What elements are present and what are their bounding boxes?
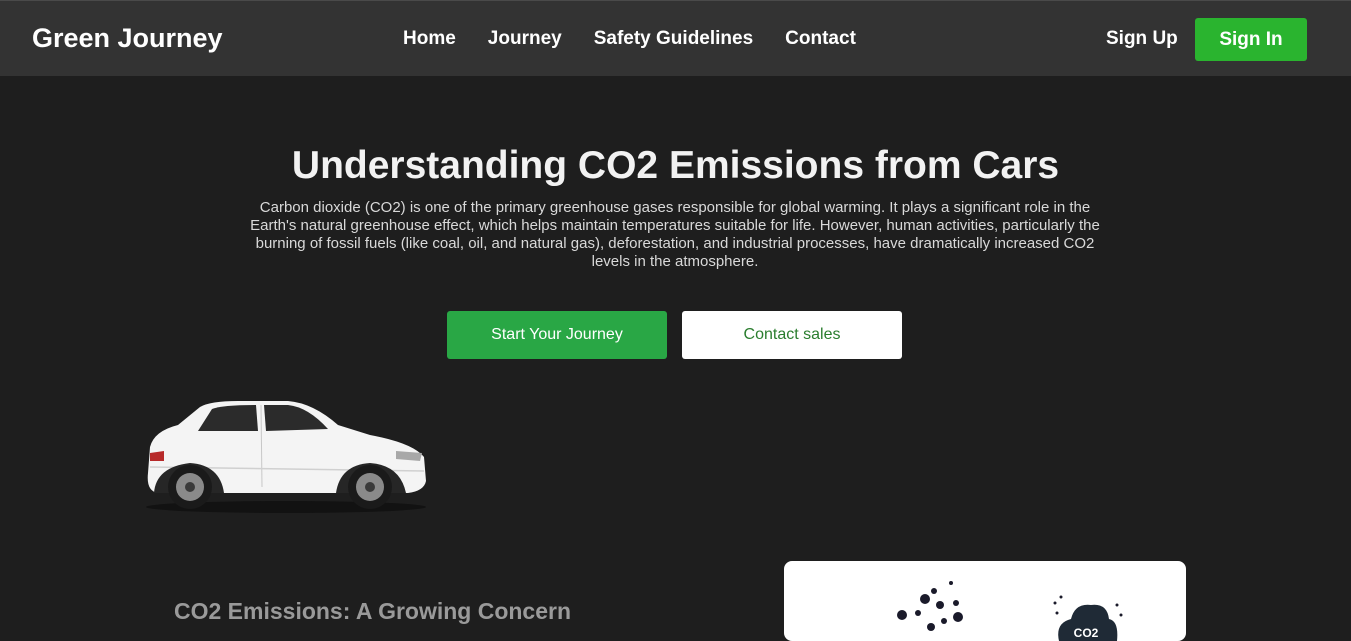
hero-description: Carbon dioxide (CO2) is one of the prima… xyxy=(250,199,1100,270)
car-image xyxy=(146,401,426,513)
hero-title: Understanding CO2 Emissions from Cars xyxy=(291,144,1060,187)
co2-label: CO2 xyxy=(1074,626,1099,640)
start-journey-button[interactable]: Start Your Journey xyxy=(447,311,667,359)
main-nav: Home Journey Safety Guidelines Contact xyxy=(403,28,856,50)
sign-up-link[interactable]: Sign Up xyxy=(1106,28,1178,50)
co2-cloud-icon: CO2 xyxy=(1053,595,1123,641)
co2-illustration-card: CO2 xyxy=(784,561,1186,641)
top-navbar: Green Journey Home Journey Safety Guidel… xyxy=(0,0,1351,76)
nav-contact[interactable]: Contact xyxy=(785,28,856,50)
nav-home[interactable]: Home xyxy=(403,28,456,50)
contact-sales-button[interactable]: Contact sales xyxy=(682,311,902,359)
nav-journey[interactable]: Journey xyxy=(488,28,562,50)
section-heading: CO2 Emissions: A Growing Concern xyxy=(174,598,572,624)
brand-logo[interactable]: Green Journey xyxy=(32,23,223,54)
sign-in-button[interactable]: Sign In xyxy=(1195,18,1307,61)
nav-safety-guidelines[interactable]: Safety Guidelines xyxy=(594,28,753,50)
